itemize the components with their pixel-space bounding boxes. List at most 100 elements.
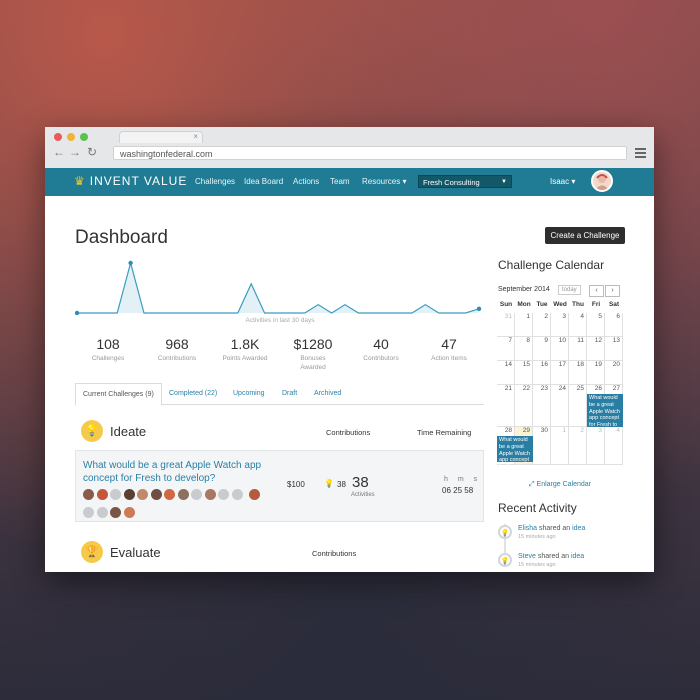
browser-menu-icon[interactable] <box>635 148 646 160</box>
browser-tab[interactable]: × <box>119 131 203 143</box>
tab-current-challenges[interactable]: Current Challenges (9) <box>75 383 162 406</box>
avatar[interactable] <box>137 489 148 500</box>
calendar-day[interactable]: 9 <box>533 337 551 361</box>
calendar-day[interactable]: 21 <box>497 385 515 427</box>
nav-challenges[interactable]: Challenges <box>195 177 235 186</box>
back-icon[interactable]: ← <box>53 145 65 159</box>
stat-label: Bonuses Awarded <box>300 355 326 371</box>
company-select-value: Fresh Consulting <box>423 178 480 187</box>
calendar-day[interactable]: 3 <box>551 313 569 337</box>
calendar-day[interactable]: 19 <box>587 361 605 385</box>
stat-contributors: 40 Contributors <box>345 336 417 363</box>
avatar[interactable] <box>110 489 121 500</box>
tab-upcoming[interactable]: Upcoming <box>233 383 265 404</box>
activity-item[interactable]: 💡 Steve shared an idea 15 minutes ago <box>498 553 648 569</box>
calendar-event[interactable]: What would be a great Apple Watch app co… <box>497 436 533 477</box>
lightbulb-icon: 💡 <box>498 525 512 539</box>
calendar-day[interactable]: 1 <box>551 427 569 465</box>
avatar[interactable] <box>249 489 261 500</box>
avatar[interactable] <box>110 507 121 518</box>
avatar[interactable] <box>204 489 216 500</box>
avatar[interactable] <box>83 489 94 500</box>
challenge-card[interactable]: What would be a great Apple Watch app co… <box>75 450 484 522</box>
stat-points: 1.8K Points Awarded <box>209 336 281 363</box>
avatar[interactable] <box>123 489 135 500</box>
calendar-day[interactable]: 30 <box>533 427 551 465</box>
calendar-day[interactable]: 7 <box>497 337 515 361</box>
stat-value: 40 <box>373 336 389 352</box>
calendar-day[interactable]: 6 <box>605 313 623 337</box>
reload-icon[interactable]: ↻ <box>87 145 97 159</box>
calendar-day[interactable]: 18 <box>569 361 587 385</box>
avatar[interactable] <box>123 507 135 518</box>
avatar[interactable] <box>96 507 108 518</box>
activity-object-link[interactable]: idea <box>572 525 585 532</box>
evaluate-contributions-header: Contributions <box>312 549 357 558</box>
prev-month-button[interactable]: ‹ <box>589 285 604 297</box>
calendar-day[interactable]: 2 <box>569 427 587 465</box>
calendar-day[interactable]: 3 <box>587 427 605 465</box>
minimize-window-dot[interactable] <box>67 133 75 141</box>
user-avatar[interactable] <box>591 170 613 192</box>
calendar-day[interactable]: 14 <box>497 361 515 385</box>
tab-completed[interactable]: Completed (22) <box>169 383 217 404</box>
calendar-day[interactable]: 16 <box>533 361 551 385</box>
calendar-day[interactable]: 22 <box>515 385 533 427</box>
calendar-day[interactable]: 12 <box>587 337 605 361</box>
calendar-day[interactable]: 24 <box>551 385 569 427</box>
next-month-button[interactable]: › <box>605 285 620 297</box>
avatar[interactable] <box>164 489 175 500</box>
activity-user-link[interactable]: Elisha <box>518 525 537 532</box>
calendar-day[interactable]: 1 <box>515 313 533 337</box>
calendar-day[interactable]: 11 <box>569 337 587 361</box>
stat-value: 1.8K <box>230 336 260 352</box>
calendar-day[interactable]: 5 <box>587 313 605 337</box>
close-window-dot[interactable] <box>54 133 62 141</box>
activities-count: 38 <box>352 474 369 491</box>
calendar-day[interactable]: 13 <box>605 337 623 361</box>
nav-resources[interactable]: Resources ▾ <box>362 177 406 186</box>
avatar[interactable] <box>83 507 94 518</box>
activity-user-link[interactable]: Steve <box>518 553 536 560</box>
calendar-header: September 2014 today ‹ › <box>497 284 625 298</box>
calendar-event[interactable]: What would be a great Apple Watch app co… <box>587 394 623 435</box>
nav-idea-board[interactable]: Idea Board <box>244 177 283 186</box>
company-select[interactable]: Fresh Consulting ▼ <box>418 175 512 188</box>
avatar[interactable] <box>191 489 202 500</box>
avatar[interactable] <box>177 489 189 500</box>
stat-bonuses: $1280 Bonuses Awarded <box>277 336 349 372</box>
tab-draft[interactable]: Draft <box>282 383 297 404</box>
maximize-window-dot[interactable] <box>80 133 88 141</box>
calendar-day[interactable]: 4 <box>569 313 587 337</box>
activity-object-link[interactable]: idea <box>571 553 584 560</box>
nav-team[interactable]: Team <box>330 177 350 186</box>
calendar-day[interactable]: 10 <box>551 337 569 361</box>
calendar-day[interactable]: 20 <box>605 361 623 385</box>
today-button[interactable]: today <box>558 285 581 295</box>
stat-contributions: 968 Contributions <box>141 336 213 363</box>
calendar-day[interactable]: 17 <box>551 361 569 385</box>
app-logo[interactable]: ♛ INVENT VALUE <box>74 174 187 188</box>
calendar-day[interactable]: 31 <box>497 313 515 337</box>
avatar[interactable] <box>150 489 162 500</box>
avatar[interactable] <box>231 489 243 500</box>
tab-archived[interactable]: Archived <box>314 383 341 404</box>
calendar-day[interactable]: 2 <box>533 313 551 337</box>
activity-item[interactable]: 💡 Elisha shared an idea 15 minutes ago <box>498 525 648 541</box>
create-challenge-button[interactable]: Create a Challenge <box>545 227 625 244</box>
calendar-day[interactable]: 4 <box>605 427 623 465</box>
address-bar[interactable]: washingtonfederal.com <box>113 146 627 160</box>
challenge-question-link[interactable]: What would be a great Apple Watch app co… <box>83 459 273 485</box>
calendar-day[interactable]: 8 <box>515 337 533 361</box>
calendar-day[interactable]: 25 <box>569 385 587 427</box>
tab-close-icon[interactable]: × <box>193 132 198 141</box>
enlarge-calendar-link[interactable]: ⤢ Enlarge Calendar <box>529 481 591 489</box>
avatar[interactable] <box>96 489 108 500</box>
avatar[interactable] <box>218 489 229 500</box>
calendar-day[interactable]: 23 <box>533 385 551 427</box>
forward-icon[interactable]: → <box>69 145 81 159</box>
enlarge-calendar-label: Enlarge Calendar <box>536 481 592 488</box>
calendar-day[interactable]: 15 <box>515 361 533 385</box>
user-menu[interactable]: Isaac ▾ <box>550 177 575 186</box>
nav-actions[interactable]: Actions <box>293 177 319 186</box>
